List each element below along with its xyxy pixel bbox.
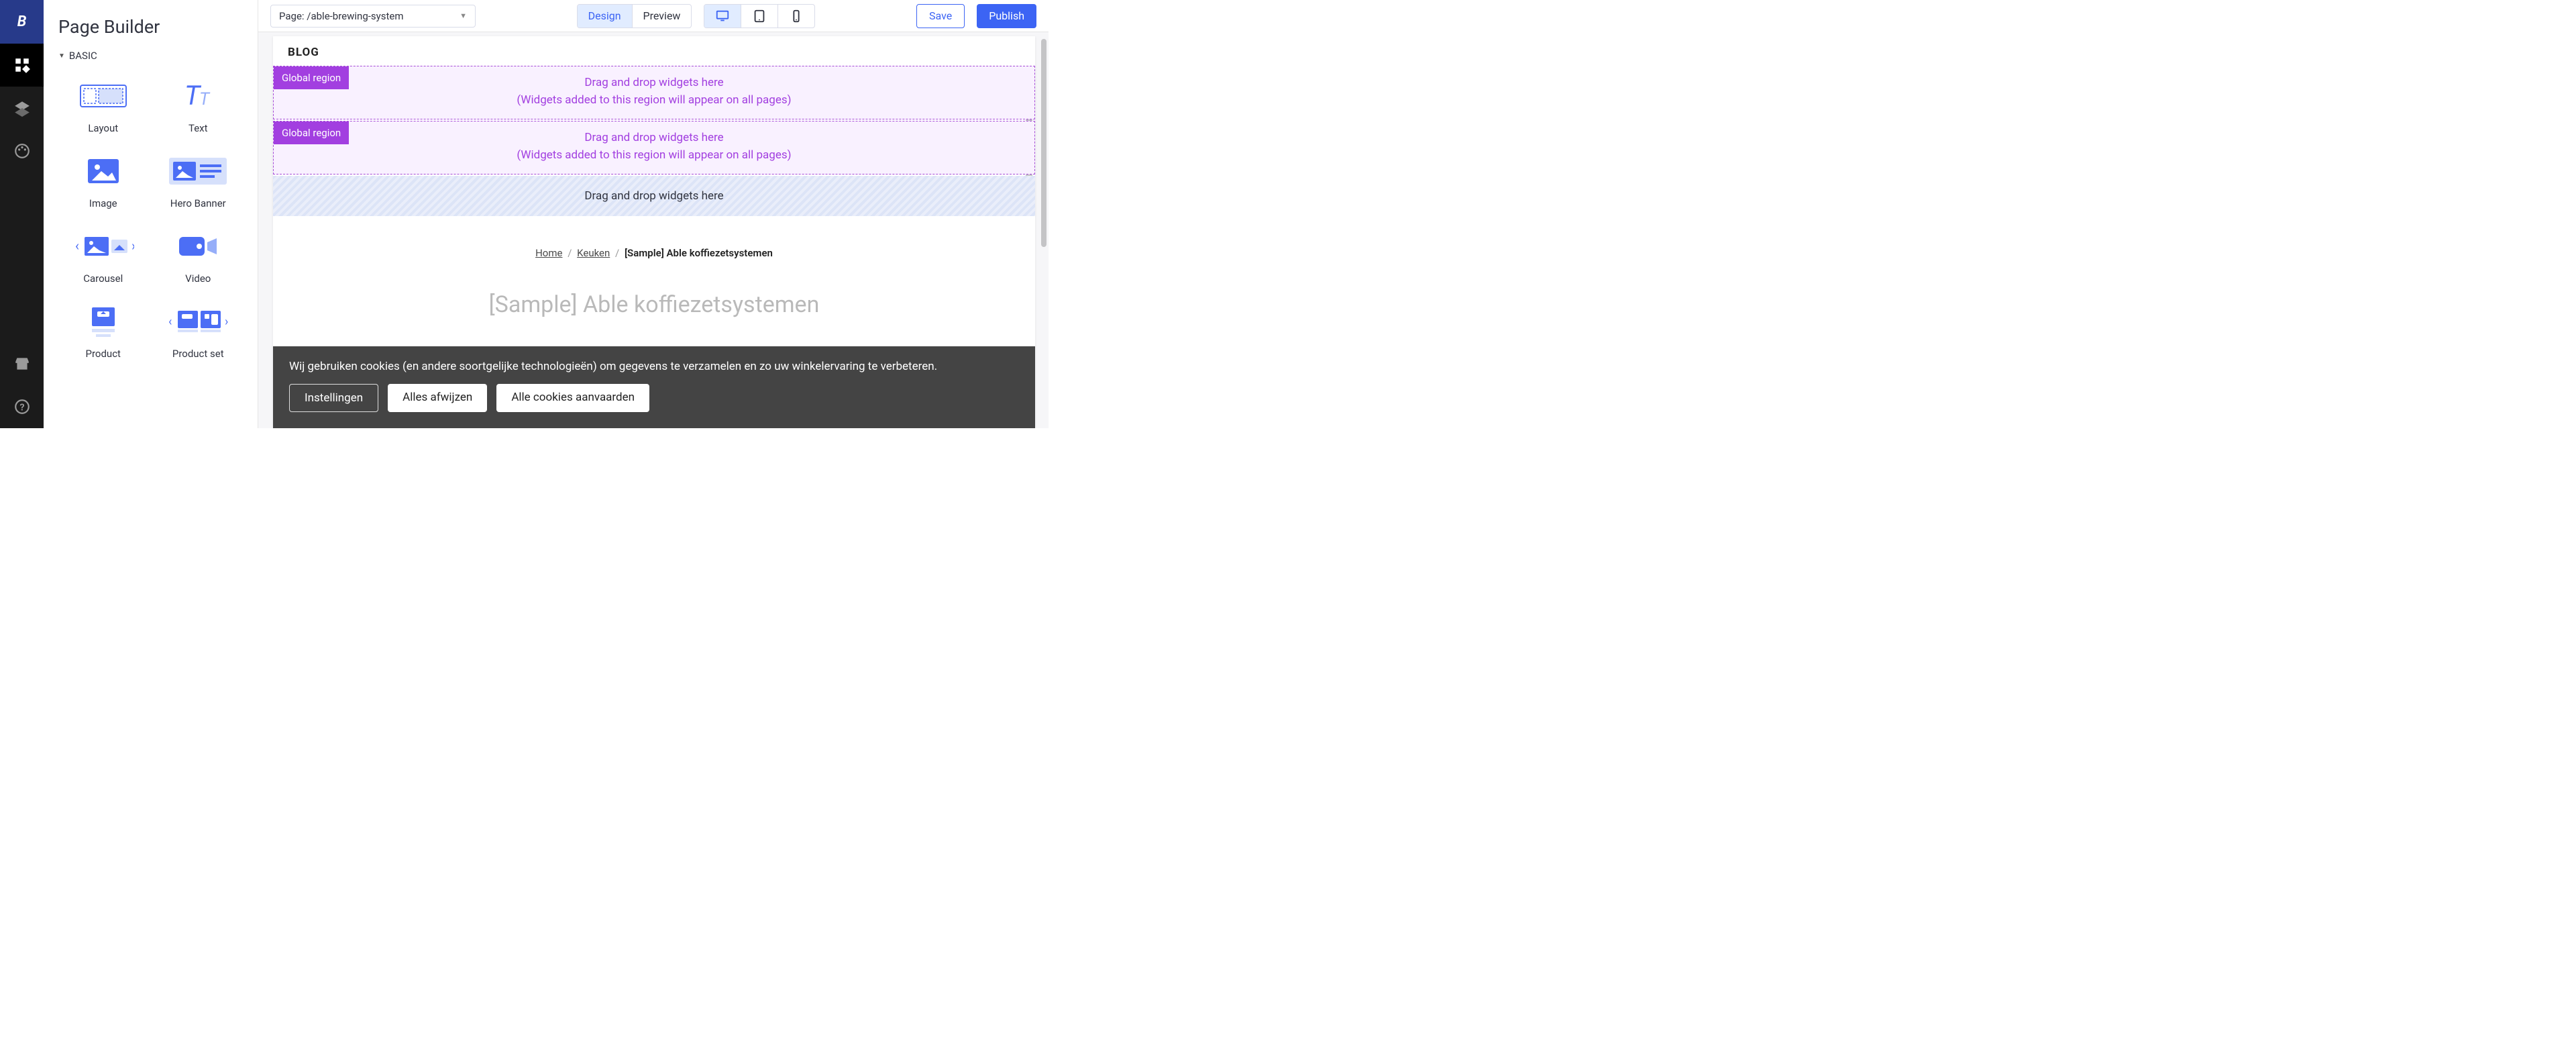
svg-text:›: ›	[131, 238, 134, 254]
scrollbar-outer[interactable]	[1039, 39, 1049, 421]
cookie-settings-button[interactable]: Instellingen	[289, 384, 378, 412]
widget-label: Image	[89, 197, 117, 209]
sidebar-title: Page Builder	[44, 0, 258, 50]
canvas-wrap: BLOG Global region Drag and drop widgets…	[258, 32, 1049, 428]
topbar: Page: /able-brewing-system ▼ Design Prev…	[258, 0, 1049, 32]
crumb-home[interactable]: Home	[535, 247, 562, 259]
global-region-1[interactable]: Global region Drag and drop widgets here…	[273, 66, 1035, 119]
svg-text:?: ?	[19, 402, 24, 413]
help-icon: ?	[13, 398, 31, 415]
widget-carousel[interactable]: ‹› Carousel	[58, 228, 148, 285]
widget-label: Text	[189, 122, 208, 134]
mobile-icon	[789, 9, 804, 23]
widget-label: Hero Banner	[170, 197, 226, 209]
breadcrumb: Home / Keuken / [Sample] Able koffiezets…	[273, 217, 1035, 271]
text-icon: TT	[178, 81, 218, 111]
desktop-icon	[715, 9, 730, 23]
publish-button[interactable]: Publish	[977, 4, 1036, 28]
device-tablet[interactable]	[741, 5, 777, 28]
carousel-icon: ‹›	[72, 232, 134, 261]
image-icon	[85, 156, 121, 186]
nav-help[interactable]: ?	[0, 385, 44, 428]
palette-icon	[13, 142, 31, 160]
page-selector-label: Page: /able-brewing-system	[279, 10, 403, 22]
svg-text:›: ›	[225, 315, 228, 329]
drop-hint-sub: (Widgets added to this region will appea…	[280, 93, 1028, 107]
widget-video[interactable]: Video	[154, 228, 244, 285]
drop-hint: Drag and drop widgets here	[280, 76, 1028, 89]
product-set-icon: ‹›	[167, 307, 229, 336]
svg-text:‹: ‹	[168, 315, 172, 329]
mode-toggle: Design Preview	[577, 4, 692, 28]
widget-label: Product	[86, 348, 121, 360]
region-tag: Global region	[274, 66, 349, 89]
cookie-message: Wij gebruiken cookies (en andere soortge…	[289, 360, 1019, 373]
layout-icon	[76, 81, 130, 111]
nav-blog-link[interactable]: BLOG	[273, 36, 1035, 66]
nav-widgets[interactable]	[0, 44, 44, 87]
local-region[interactable]: Drag and drop widgets here	[273, 176, 1035, 216]
page-title: [Sample] Able koffiezetsystemen	[273, 271, 1035, 325]
device-mobile[interactable]	[777, 5, 814, 28]
chevron-down-icon: ▼	[58, 52, 65, 60]
drop-hint: Drag and drop widgets here	[280, 131, 1028, 144]
widget-label: Product set	[172, 348, 224, 360]
nav-store[interactable]	[0, 342, 44, 385]
layers-icon	[13, 99, 31, 117]
widget-text[interactable]: TT Text	[154, 78, 244, 134]
crumb-current: [Sample] Able koffiezetsystemen	[625, 247, 773, 259]
cookie-accept-button[interactable]: Alle cookies aanvaarden	[496, 384, 649, 412]
store-icon	[13, 355, 31, 372]
cookie-banner: Wij gebruiken cookies (en andere soortge…	[273, 346, 1035, 428]
sidebar: Page Builder ▼ BASIC Layout TT Text Imag…	[44, 0, 258, 428]
video-icon	[176, 233, 219, 260]
mode-design[interactable]: Design	[578, 5, 632, 28]
hero-icon	[168, 156, 228, 186]
region-tag: Global region	[274, 121, 349, 144]
device-desktop[interactable]	[704, 5, 741, 28]
section-basic[interactable]: ▼ BASIC	[44, 50, 258, 71]
widget-image[interactable]: Image	[58, 153, 148, 209]
left-nav-rail: B ?	[0, 0, 44, 428]
device-toggle	[704, 4, 815, 28]
widget-label: Carousel	[83, 272, 123, 285]
widget-product-set[interactable]: ‹› Product set	[154, 303, 244, 360]
product-icon	[87, 305, 120, 338]
mode-preview[interactable]: Preview	[632, 5, 692, 28]
widget-product[interactable]: Product	[58, 303, 148, 360]
save-button[interactable]: Save	[916, 4, 965, 28]
drop-hint-sub: (Widgets added to this region will appea…	[280, 148, 1028, 162]
chevron-down-icon: ▼	[460, 11, 467, 20]
crumb-category[interactable]: Keuken	[577, 247, 610, 259]
svg-text:‹: ‹	[75, 238, 79, 254]
svg-text:T: T	[199, 89, 211, 109]
tablet-icon	[752, 9, 767, 23]
global-region-2[interactable]: Global region Drag and drop widgets here…	[273, 121, 1035, 174]
cookie-reject-button[interactable]: Alles afwijzen	[388, 384, 487, 412]
main: Page: /able-brewing-system ▼ Design Prev…	[258, 0, 1049, 428]
widget-hero-banner[interactable]: Hero Banner	[154, 153, 244, 209]
nav-layers[interactable]	[0, 87, 44, 130]
page-selector[interactable]: Page: /able-brewing-system ▼	[270, 5, 476, 28]
widget-label: Layout	[88, 122, 118, 134]
nav-theme[interactable]	[0, 130, 44, 172]
section-label: BASIC	[69, 50, 97, 62]
widgets-icon	[13, 56, 31, 74]
logo[interactable]: B	[0, 0, 44, 44]
widget-label: Video	[185, 272, 211, 285]
widget-layout[interactable]: Layout	[58, 78, 148, 134]
